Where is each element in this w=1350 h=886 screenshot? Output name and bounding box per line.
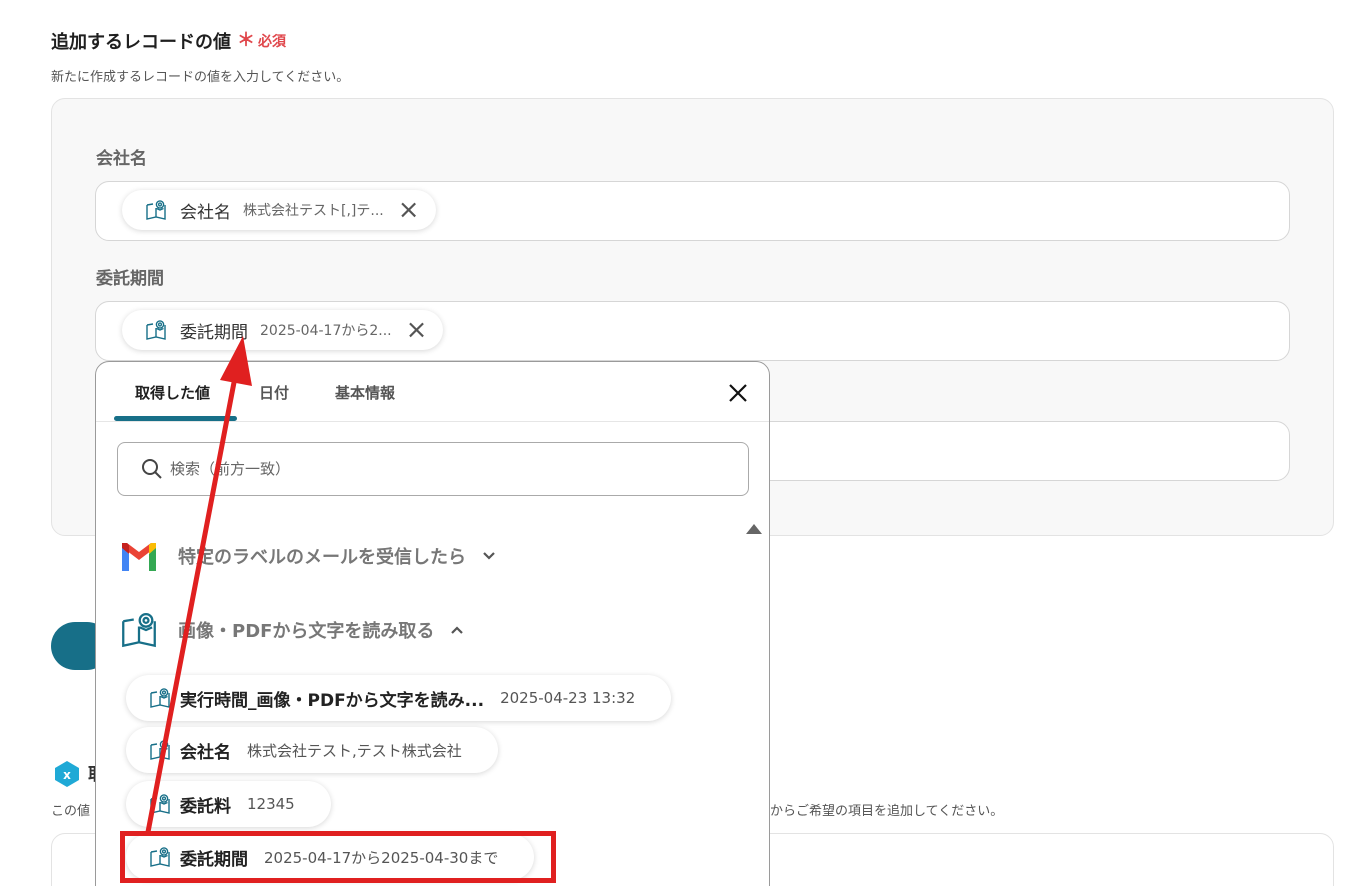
background-text-left: この値 [51,804,91,819]
chip-name: 会社名 [180,202,231,223]
x-badge-icon: x [53,760,81,788]
tab-acquired-values[interactable]: 取得した値 [135,382,210,403]
tab-basic-info[interactable]: 基本情報 [335,382,395,403]
field-label-company: 会社名 [96,149,147,169]
option-value: 2025-04-23 13:32 [500,689,636,707]
option-name: 会社名 [180,742,231,763]
active-tab-indicator [114,416,237,421]
required-mark: ＊ [237,30,255,51]
value-picker-popup: 取得した値 日付 基本情報 特定のラベルのメールを受信したら [95,361,770,886]
ocr-book-icon [148,686,172,710]
group-title: 特定のラベルのメールを受信したら [178,547,466,568]
chip-value: 2025-04-17から2... [260,323,392,339]
tab-bar: 取得した値 日付 基本情報 [96,362,769,422]
scroll-up-arrow-icon[interactable] [746,524,762,534]
tab-date[interactable]: 日付 [259,382,289,403]
option-name: 委託料 [180,796,231,817]
remove-chip-icon[interactable]: × [402,317,432,343]
required-badge: ＊ 必須 [237,31,286,51]
option-execution-time[interactable]: 実行時間_画像・PDFから文字を読み... 2025-04-23 13:32 [126,675,672,721]
ocr-book-icon [148,792,172,816]
chevron-up-icon [448,621,466,639]
option-fee[interactable]: 委託料 12345 [126,781,331,827]
option-value: 2025-04-17から2025-04-30まで [264,848,499,867]
option-name: 委託期間 [180,849,248,870]
period-chip[interactable]: 委託期間 2025-04-17から2... × [122,310,444,350]
ocr-book-icon [148,738,172,762]
company-name-chip[interactable]: 会社名 株式会社テスト[,]テ... × [122,190,436,230]
chip-name: 委託期間 [180,322,248,343]
search-field[interactable] [117,442,749,496]
search-input[interactable] [170,460,730,478]
svg-text:x: x [63,768,71,782]
group-title: 画像・PDFから文字を読み取る [178,621,435,642]
option-period[interactable]: 委託期間 2025-04-17から2025-04-30まで [126,834,535,880]
section-title-text: 追加するレコードの値 [51,32,231,53]
section-description: 新たに作成するレコードの値を入力してください。 [51,70,350,85]
option-value: 12345 [247,795,295,813]
close-icon[interactable] [727,382,749,404]
option-company-name[interactable]: 会社名 株式会社テスト,テスト株式会社 [126,727,498,773]
gmail-icon [118,535,160,577]
field-label-period: 委託期間 [96,269,164,289]
group-ocr-action[interactable]: 画像・PDFから文字を読み取る [118,609,466,651]
required-label: 必須 [258,34,286,50]
chip-value: 株式会社テスト[,]テ... [243,203,384,219]
option-value: 株式会社テスト,テスト株式会社 [247,741,462,760]
option-name: 実行時間_画像・PDFから文字を読み... [180,690,485,711]
remove-chip-icon[interactable]: × [394,197,424,223]
ocr-book-icon [148,845,172,869]
section-title: 追加するレコードの値 ＊ 必須 [51,28,286,54]
ocr-book-icon [118,609,160,651]
ocr-book-icon [144,198,168,222]
search-icon [142,459,162,479]
chevron-down-icon [480,547,498,565]
group-gmail-trigger[interactable]: 特定のラベルのメールを受信したら [118,535,498,577]
ocr-book-icon [144,318,168,342]
background-text-right: からご希望の項目を追加してください。 [770,804,1004,819]
